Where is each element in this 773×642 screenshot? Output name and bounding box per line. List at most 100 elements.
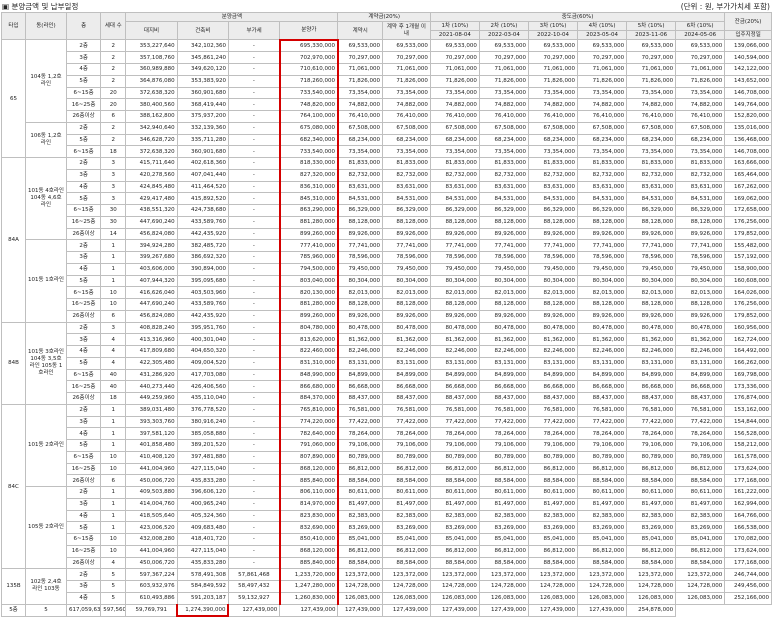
middle-payment-cell: 123,372,000: [478, 568, 529, 581]
middle-payment-cell: 84,531,000: [675, 192, 726, 205]
contract-pay-cell: 80,304,000: [337, 274, 383, 288]
col-balance-sub: 입주지정일: [724, 30, 772, 40]
contract-pay-cell: 79,106,000: [337, 439, 383, 452]
total-price-cell: 899,260,000: [278, 309, 339, 323]
table-row: 5층 2 364,876,080 353,383,920-718,260,000 71,…: [2, 74, 772, 88]
contract-1m-cell: 88,128,000: [381, 215, 431, 229]
col-land: 대지비: [125, 21, 178, 40]
middle-payment-cell: 127,439,000: [337, 603, 383, 617]
land-cell: 422,305,480: [125, 356, 178, 370]
middle-payment-cell: 82,383,000: [675, 509, 726, 523]
middle-payment-cell: 85,041,000: [626, 533, 677, 546]
balance-cell: 136,468,000: [724, 133, 772, 147]
contract-1m-cell: 124,728,000: [381, 580, 431, 593]
building-cell: 397,481,880: [176, 450, 229, 464]
building-cell: 426,406,560: [176, 380, 229, 393]
balance-cell: 135,016,000: [724, 121, 772, 135]
middle-payment-cell: 86,329,000: [478, 204, 529, 217]
contract-pay-cell: 80,478,000: [337, 321, 383, 335]
land-cell: 410,408,120: [125, 450, 178, 464]
middle-payment-cell: 126,083,000: [675, 591, 726, 605]
middle-payment-cell: 78,596,000: [478, 251, 529, 264]
vat-cell: -: [227, 333, 281, 346]
middle-payment-cell: 85,041,000: [429, 533, 480, 546]
middle-payment-cell: 80,478,000: [577, 321, 628, 335]
middle-payment-cell: 80,304,000: [429, 274, 480, 288]
floor-cell: 6~15층: [66, 533, 102, 546]
units-cell: 5: [24, 603, 68, 617]
middle-payment-cell: 79,450,000: [626, 262, 677, 276]
middle-payment-cell: 73,354,000: [527, 86, 579, 100]
middle-payment-cell: 88,584,000: [527, 474, 579, 487]
middle-payment-cell: 77,741,000: [626, 239, 677, 252]
floor-cell: 5층: [66, 133, 102, 147]
type-cell: 84B: [1, 321, 26, 405]
middle-payment-cell: 80,611,000: [478, 486, 529, 499]
vat-cell: 59,132,927: [227, 591, 281, 605]
units-cell: 20: [100, 86, 127, 100]
contract-pay-cell: 88,584,000: [337, 474, 383, 487]
middle-payment-cell: 89,926,000: [478, 309, 529, 323]
middle-payment-cell: 83,269,000: [577, 521, 628, 534]
middle-payment-cell: 71,061,000: [429, 63, 480, 76]
land-cell: 415,711,640: [125, 157, 178, 170]
table-row: 3층 5 603,932,976 584,849,592 58,497,432 1,247…: [2, 580, 772, 593]
header-row-1: 타입 동(라인) 층 세대 수 분양금액 계약금(20%) 중도금(60%) 잔…: [1, 12, 772, 40]
contract-pay-cell: 80,789,000: [337, 450, 383, 464]
total-price-cell: 850,410,000: [278, 533, 339, 546]
middle-payment-cell: 76,581,000: [478, 403, 529, 417]
middle-payment-cell: 81,497,000: [626, 497, 677, 511]
dong-cell: 106동 1,2호라인: [24, 121, 68, 159]
total-price-cell: 1,274,390,000: [176, 603, 230, 618]
building-cell: 409,683,480: [176, 521, 229, 534]
table-row: 135B 102동 2,4호라인 103동 2층 5 597,367,224 578,49…: [1, 568, 772, 605]
contract-pay-cell: 82,732,000: [337, 168, 383, 182]
floor-cell: 4층: [66, 63, 102, 76]
col-m1: 1차 (10%): [429, 21, 480, 31]
dong-cell: 101동 3호라인 104동 3,5호라인 105동 1호라인: [24, 321, 68, 405]
middle-payment-cell: 83,131,000: [527, 356, 579, 370]
middle-payment-cell: 81,362,000: [478, 333, 529, 346]
land-cell: 424,845,480: [125, 180, 178, 194]
middle-payment-cell: 73,354,000: [577, 145, 628, 158]
balance-cell: 173,336,000: [724, 380, 772, 393]
land-cell: 450,006,720: [125, 474, 178, 487]
total-price-cell: 820,130,000: [278, 286, 339, 299]
middle-payment-cell: 68,234,000: [478, 133, 529, 147]
building-cell: 415,892,520: [176, 192, 229, 205]
middle-payment-cell: 81,833,000: [429, 157, 480, 170]
land-cell: 372,638,320: [125, 86, 178, 100]
floor-cell: 16~25층: [66, 215, 102, 229]
contract-1m-cell: 82,383,000: [381, 509, 431, 523]
middle-payment-cell: 83,269,000: [429, 521, 480, 534]
building-cell: 353,383,920: [176, 74, 229, 88]
table-row: 5층 1 423,006,520 409,683,480-832,690,000 83,…: [2, 521, 772, 534]
col-contract-group: 계약금(20%): [337, 12, 431, 22]
price-schedule-table: 타입 동(라인) 층 세대 수 분양금액 계약금(20%) 중도금(60%) 잔…: [1, 12, 772, 618]
middle-payment-cell: 89,926,000: [675, 309, 726, 323]
building-cell: 368,419,440: [176, 98, 229, 111]
middle-payment-cell: 71,061,000: [626, 63, 677, 76]
middle-payment-cell: 88,128,000: [626, 298, 677, 311]
table-row: 26층이상 6 456,824,080 442,435,920-899,260,000…: [2, 309, 772, 323]
contract-1m-cell: 73,354,000: [381, 145, 431, 158]
vat-cell: -: [227, 427, 281, 440]
middle-payment-cell: 86,812,000: [527, 462, 579, 476]
land-cell: 360,989,880: [125, 63, 178, 76]
middle-payment-cell: 126,083,000: [478, 591, 529, 605]
table-row: 26층이상 4 450,006,720 435,833,280-885,840,000…: [2, 556, 772, 570]
middle-payment-cell: 71,061,000: [675, 63, 726, 76]
building-cell: 389,201,520: [176, 439, 229, 452]
middle-payment-cell: 82,383,000: [429, 509, 480, 523]
middle-payment-cell: 85,041,000: [478, 533, 529, 546]
middle-payment-cell: 78,264,000: [577, 427, 628, 440]
middle-payment-cell: 88,128,000: [478, 298, 529, 311]
floor-cell: 26층이상: [66, 110, 102, 123]
middle-payment-cell: 76,581,000: [675, 403, 726, 417]
balance-cell: 179,852,000: [724, 227, 772, 241]
col-price-group: 분양금액: [125, 12, 339, 22]
middle-payment-cell: 82,013,000: [527, 286, 579, 299]
middle-payment-cell: 127,439,000: [478, 603, 529, 617]
middle-payment-cell: 81,497,000: [429, 497, 480, 511]
middle-payment-cell: 126,083,000: [577, 591, 628, 605]
